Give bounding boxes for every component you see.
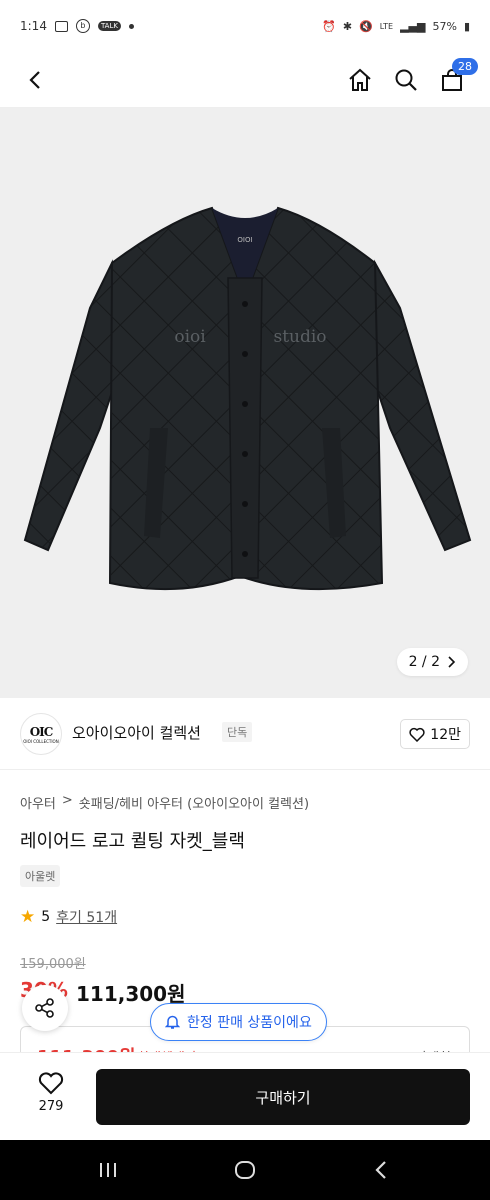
image-counter[interactable]: 2 / 2	[396, 648, 468, 676]
back-nav-icon[interactable]	[370, 1158, 394, 1182]
battery-level: 57%	[432, 19, 457, 33]
rating: ★ 5 후기 51개	[20, 907, 117, 927]
status-time: 1:14	[20, 19, 47, 33]
product-jacket-image: OIOI oioi studio	[23, 206, 472, 591]
buy-button[interactable]: 구매하기	[96, 1069, 470, 1125]
chevron-right-icon	[448, 656, 456, 668]
brand-logo-text: OIC	[29, 724, 54, 739]
heart-icon	[409, 727, 425, 742]
brand-like-count: 12만	[430, 727, 461, 743]
gallery-notification-icon	[54, 20, 68, 32]
share-icon	[35, 998, 54, 1018]
limited-sale-toast: 한정 판매 상품이에요	[150, 1003, 327, 1041]
brand-name[interactable]: 오아이오아이 컬렉션	[72, 722, 201, 743]
lte-icon: LTE	[379, 21, 394, 31]
limited-sale-text: 한정 판매 상품이에요	[187, 1015, 312, 1031]
kakaotalk-notification-icon: TALK	[97, 21, 121, 31]
breadcrumb: 아우터 > 숏패딩/헤비 아우터 (오아이오아이 컬렉션)	[20, 793, 309, 812]
signal-icon: ▂▄▆	[400, 19, 426, 33]
status-bar: 1:14 b TALK ⏰ ✱ 🔇 LTE ▂▄▆ 57% ▮	[0, 0, 490, 52]
breadcrumb-category[interactable]: 아우터	[20, 793, 56, 812]
star-icon: ★	[20, 907, 36, 927]
battery-icon: ▮	[463, 19, 470, 33]
breadcrumb-separator: >	[61, 793, 73, 808]
b-app-notification-icon: b	[75, 19, 90, 33]
system-navigation-bar	[0, 1140, 490, 1200]
home-button[interactable]	[340, 60, 380, 100]
print-left: oioi	[174, 327, 206, 347]
neck-label: OIOI	[237, 236, 252, 244]
search-button[interactable]	[386, 60, 426, 100]
mute-icon: 🔇	[359, 19, 373, 33]
share-button[interactable]	[22, 985, 68, 1031]
cart-button[interactable]: 28	[432, 58, 478, 100]
outlet-chip: 아울렛	[20, 865, 61, 887]
exclusive-badge: 단독	[222, 722, 253, 742]
brand-like-button[interactable]: 12만	[400, 719, 470, 749]
cart-count-badge: 28	[452, 58, 478, 75]
bluetooth-icon: ✱	[342, 19, 353, 33]
more-notifications-icon	[128, 23, 134, 29]
original-price: 159,000원	[20, 957, 86, 972]
breadcrumb-subcategory[interactable]: 숏패딩/헤비 아우터 (오아이오아이 컬렉션)	[79, 793, 309, 812]
bell-icon	[165, 1015, 180, 1029]
home-nav-icon[interactable]	[233, 1158, 257, 1182]
wish-button[interactable]: 279	[24, 1071, 78, 1114]
top-navigation: 28	[0, 52, 490, 108]
image-counter-text: 2 / 2	[408, 654, 440, 670]
recent-apps-icon[interactable]	[96, 1158, 120, 1182]
wish-count: 279	[38, 1099, 64, 1114]
back-button[interactable]	[16, 60, 56, 100]
product-title: 레이어드 로고 퀼팅 자켓_블랙	[20, 831, 245, 852]
product-image-gallery[interactable]: OIOI oioi studio 2 / 2	[0, 108, 490, 698]
brand-logo-subtext: OIOI COLLECTION	[23, 738, 59, 744]
alarm-icon: ⏰	[322, 19, 336, 33]
brand-row: OIC OIOI COLLECTION 오아이오아이 컬렉션 단독 12만	[0, 698, 490, 770]
heart-icon	[38, 1072, 64, 1095]
rating-score: 5	[41, 909, 51, 925]
home-icon	[349, 68, 371, 91]
bottom-action-bar: 279 구매하기	[0, 1052, 490, 1140]
chevron-left-icon	[29, 71, 40, 89]
brand-logo[interactable]: OIC OIOI COLLECTION	[20, 713, 62, 755]
search-icon	[395, 69, 417, 91]
review-link[interactable]: 후기 51개	[56, 907, 117, 927]
print-right: studio	[273, 327, 326, 347]
